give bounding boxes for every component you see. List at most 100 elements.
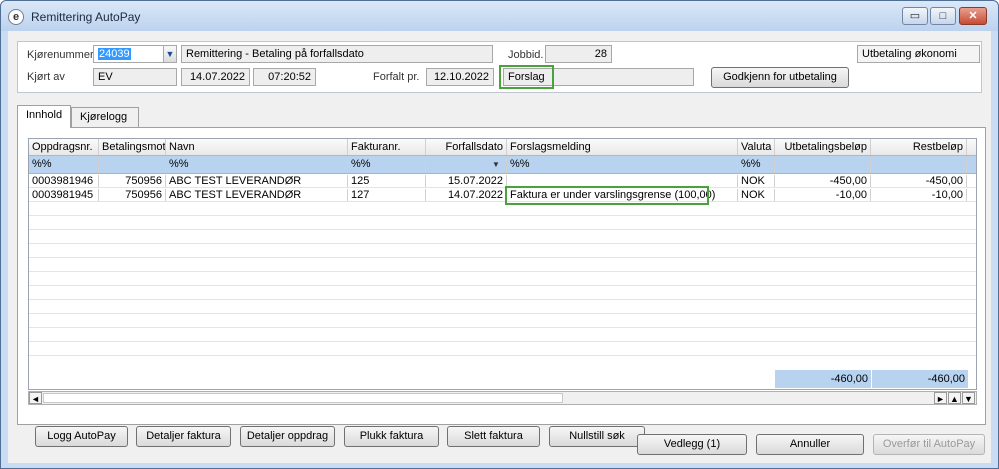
filter-valuta[interactable]: %% (738, 156, 775, 173)
nullstill-sok-button[interactable]: Nullstill søk (549, 426, 645, 447)
plukk-faktura-button[interactable]: Plukk faktura (344, 426, 439, 447)
department-field: Utbetaling økonomi (857, 45, 980, 63)
filter-navn[interactable]: %% (166, 156, 348, 173)
tab-innhold[interactable]: Innhold (17, 105, 71, 128)
col-oppdragsnr[interactable]: Oppdragsnr. (29, 139, 99, 155)
empty-row (29, 315, 976, 328)
arrow-left-icon: ◄ (31, 394, 40, 404)
table-row[interactable]: 0003981946 750956 ABC TEST LEVERANDØR 12… (29, 175, 976, 188)
empty-row (29, 287, 976, 300)
run-description-field: Remittering - Betaling på forfallsdato (181, 45, 493, 63)
filter-restbelop[interactable] (871, 156, 967, 173)
col-betalingsmott[interactable]: Betalingsmott (99, 139, 166, 155)
cell-oppdragsnr: 0003981945 (29, 189, 99, 201)
grid-header: Oppdragsnr. Betalingsmott Navn Fakturanr… (29, 139, 976, 156)
scroll-down-button[interactable]: ▼ (962, 392, 975, 404)
scroll-thumb[interactable] (43, 393, 563, 403)
cell-navn: ABC TEST LEVERANDØR (166, 175, 348, 187)
filter-forslagsmelding[interactable]: %% (507, 156, 738, 173)
col-forslagsmelding[interactable]: Forslagsmelding (507, 139, 738, 155)
filter-forfallsdato[interactable]: ▼ (426, 156, 507, 173)
empty-row (29, 217, 976, 230)
minimize-button[interactable]: ▭ (902, 7, 928, 25)
run-number-label: Kjørenummer (27, 49, 94, 61)
empty-row (29, 329, 976, 342)
col-restbelop[interactable]: Restbeløp (871, 139, 967, 155)
logg-autopay-button[interactable]: Logg AutoPay (35, 426, 128, 447)
arrow-right-icon: ► (936, 394, 945, 404)
close-icon: ✕ (968, 10, 978, 22)
filter-utbetalingsbelop[interactable] (775, 156, 871, 173)
arrow-up-icon: ▲ (950, 394, 959, 404)
table-row[interactable]: 0003981945 750956 ABC TEST LEVERANDØR 12… (29, 189, 976, 202)
maximize-icon: □ (939, 10, 947, 22)
run-number-dropdown[interactable]: ▼ (163, 45, 177, 63)
detaljer-oppdrag-button[interactable]: Detaljer oppdrag (240, 426, 335, 447)
run-by-field: EV (93, 68, 177, 86)
annuller-button[interactable]: Annuller (756, 434, 864, 455)
slett-faktura-button[interactable]: Slett faktura (447, 426, 540, 447)
filter-oppdragsnr[interactable]: %% (29, 156, 99, 173)
run-number-value: 24039 (98, 48, 131, 60)
due-label: Forfalt pr. (373, 71, 420, 83)
client-area: Kjørenummer 24039 ▼ Remittering - Betali… (8, 31, 991, 463)
total-utbetaling: -460,00 (775, 370, 871, 388)
cell-fakturanr: 127 (348, 189, 426, 201)
vedlegg-button[interactable]: Vedlegg (1) (637, 434, 747, 455)
job-id-label: Jobbid. (508, 49, 544, 61)
chevron-down-icon: ▼ (165, 49, 175, 59)
cell-valuta: NOK (738, 175, 775, 187)
run-date-field: 14.07.2022 (181, 68, 250, 86)
cell-valuta: NOK (738, 189, 775, 201)
app-window: e Remittering AutoPay ▭ □ ✕ Kjørenummer … (0, 0, 999, 469)
arrow-down-icon: ▼ (964, 394, 973, 404)
detaljer-faktura-button[interactable]: Detaljer faktura (136, 426, 231, 447)
cell-navn: ABC TEST LEVERANDØR (166, 189, 348, 201)
approve-button[interactable]: Godkjenn for utbetaling (711, 67, 849, 88)
col-forfallsdato[interactable]: Forfallsdato (426, 139, 507, 155)
filter-betalingsmott[interactable] (99, 156, 166, 173)
empty-row (29, 245, 976, 258)
scroll-left-button[interactable]: ◄ (29, 392, 42, 404)
app-logo-icon: e (8, 9, 24, 25)
totals-row: -460,00 -460,00 (29, 370, 976, 388)
cell-oppdragsnr: 0003981946 (29, 175, 99, 187)
empty-row (29, 301, 976, 314)
col-utbetalingsbelop[interactable]: Utbetalingsbeløp (775, 139, 871, 155)
due-date-field: 12.10.2022 (426, 68, 494, 86)
empty-row (29, 343, 976, 356)
cell-fakturanr: 125 (348, 175, 426, 187)
run-time-field: 07:20:52 (253, 68, 316, 86)
tab-content: Oppdragsnr. Betalingsmott Navn Fakturanr… (17, 127, 986, 447)
cell-forfallsdato: 15.07.2022 (426, 175, 507, 187)
maximize-button[interactable]: □ (930, 7, 956, 25)
cell-utbetalingsbelop: -450,00 (775, 175, 871, 187)
overfor-autopay-button[interactable]: Overfør til AutoPay (873, 434, 985, 455)
window-title: Remittering AutoPay (31, 10, 141, 24)
run-by-label: Kjørt av (27, 71, 65, 83)
title-bar[interactable]: e Remittering AutoPay ▭ □ ✕ (1, 1, 998, 31)
filter-fakturanr[interactable]: %% (348, 156, 426, 173)
tab-kjorelogg[interactable]: Kjørelogg (71, 107, 139, 128)
minimize-icon: ▭ (909, 10, 921, 22)
status-highlight (499, 65, 554, 89)
chevron-down-icon[interactable]: ▼ (490, 158, 502, 171)
empty-row (29, 273, 976, 286)
scroll-up-button[interactable]: ▲ (948, 392, 961, 404)
empty-row (29, 203, 976, 216)
cell-utbetalingsbelop: -10,00 (775, 189, 871, 201)
col-valuta[interactable]: Valuta (738, 139, 775, 155)
col-fakturanr[interactable]: Fakturanr. (348, 139, 426, 155)
horizontal-scrollbar[interactable]: ◄ ► ▲ ▼ (28, 391, 977, 405)
cell-betalingsmott: 750956 (99, 175, 166, 187)
col-navn[interactable]: Navn (166, 139, 348, 155)
invoice-grid[interactable]: Oppdragsnr. Betalingsmott Navn Fakturanr… (28, 138, 977, 390)
cell-betalingsmott: 750956 (99, 189, 166, 201)
cell-forfallsdato: 14.07.2022 (426, 189, 507, 201)
cell-restbelop: -450,00 (871, 175, 967, 187)
total-rest: -460,00 (872, 370, 968, 388)
empty-row (29, 231, 976, 244)
filter-row: %% %% %% ▼ %% %% (29, 156, 976, 174)
close-button[interactable]: ✕ (959, 7, 987, 25)
scroll-right-button[interactable]: ► (934, 392, 947, 404)
